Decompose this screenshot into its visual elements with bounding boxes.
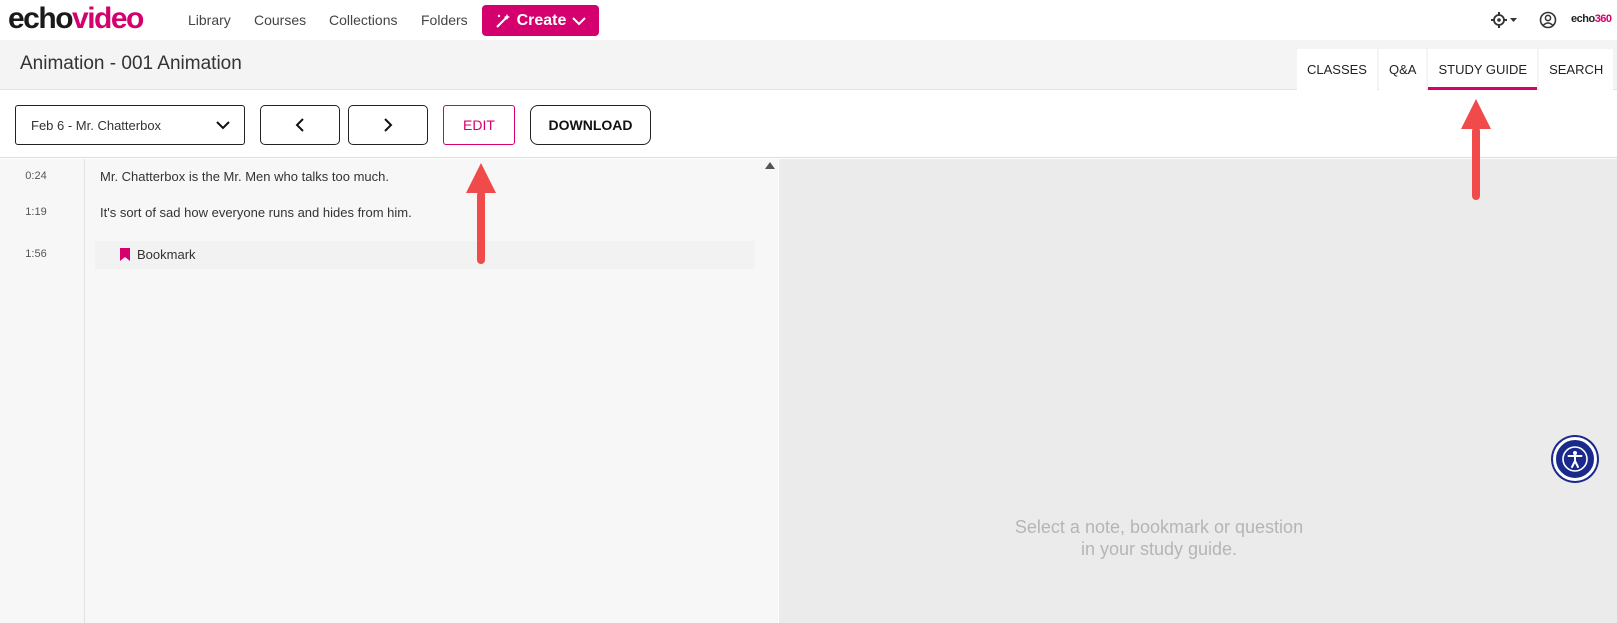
echo360-number: 360	[1594, 13, 1612, 25]
scrollbar[interactable]	[762, 159, 778, 623]
create-label: Create	[516, 11, 567, 29]
annotation-arrow-edit	[466, 163, 496, 264]
annotation-arrow-study-guide	[1461, 99, 1491, 200]
logo-video: video	[72, 2, 144, 35]
edit-button[interactable]: EDIT	[443, 105, 515, 145]
gear-icon	[1491, 12, 1517, 28]
empty-state-line-1: Select a note, bookmark or question	[1014, 517, 1304, 537]
create-button[interactable]: Create	[482, 5, 599, 36]
study-guide-detail: Select a note, bookmark or question in y…	[779, 159, 1617, 623]
chevron-left-icon	[295, 118, 304, 132]
class-select-value: Feb 6 - Mr. Chatterbox	[31, 117, 162, 133]
toolbar: Feb 6 - Mr. Chatterbox EDIT DOWNLOAD	[0, 90, 1617, 158]
user-menu[interactable]	[1539, 11, 1557, 34]
tab-qa[interactable]: Q&A	[1378, 49, 1427, 90]
empty-state-message: Select a note, bookmark or question in y…	[779, 516, 1539, 560]
bookmark-icon	[120, 248, 130, 261]
scroll-up-icon[interactable]	[765, 162, 775, 169]
accessibility-button[interactable]	[1553, 437, 1597, 481]
echo360-echo: echo	[1571, 13, 1595, 25]
download-button[interactable]: DOWNLOAD	[530, 105, 651, 145]
view-tabs: CLASSES Q&A STUDY GUIDE SEARCH	[1295, 49, 1614, 90]
study-guide-list: 0:24 Mr. Chatterbox is the Mr. Men who t…	[0, 159, 778, 623]
row-timestamp[interactable]: 1:56	[0, 248, 72, 260]
nav-collections[interactable]: Collections	[329, 12, 397, 28]
tab-search[interactable]: SEARCH	[1539, 49, 1614, 90]
bookmark-item[interactable]: Bookmark	[95, 241, 755, 269]
nav-library[interactable]: Library	[188, 12, 231, 28]
previous-class-button[interactable]	[260, 105, 340, 145]
next-class-button[interactable]	[348, 105, 428, 145]
user-icon	[1539, 11, 1557, 29]
chevron-down-icon	[216, 121, 230, 130]
create-wand-icon	[495, 13, 510, 28]
class-select[interactable]: Feb 6 - Mr. Chatterbox	[15, 105, 245, 145]
row-timestamp[interactable]: 1:19	[0, 206, 72, 218]
echovideo-logo[interactable]: echovideo	[8, 2, 144, 36]
echo360-logo: echo360	[1571, 13, 1612, 25]
chevron-down-icon	[572, 16, 587, 25]
empty-state-line-2: in your study guide.	[1080, 539, 1238, 559]
row-timestamp[interactable]: 0:24	[0, 170, 72, 182]
top-nav: echovideo Library Courses Collections Fo…	[0, 0, 1617, 40]
logo-echo: echo	[8, 2, 74, 35]
chevron-right-icon	[384, 118, 393, 132]
title-bar: Animation - 001 Animation CLASSES Q&A ST…	[0, 40, 1617, 90]
note-text[interactable]: It's sort of sad how everyone runs and h…	[100, 205, 412, 220]
tab-classes[interactable]: CLASSES	[1297, 49, 1377, 90]
nav-courses[interactable]: Courses	[254, 12, 306, 28]
accessibility-icon	[1562, 446, 1588, 472]
tab-study-guide[interactable]: STUDY GUIDE	[1428, 49, 1538, 90]
nav-folders[interactable]: Folders	[421, 12, 468, 28]
note-text[interactable]: Mr. Chatterbox is the Mr. Men who talks …	[100, 169, 389, 184]
bookmark-label: Bookmark	[137, 247, 196, 262]
timestamp-column	[0, 159, 85, 623]
page-title: Animation - 001 Animation	[20, 53, 242, 74]
settings-menu[interactable]	[1491, 11, 1519, 34]
